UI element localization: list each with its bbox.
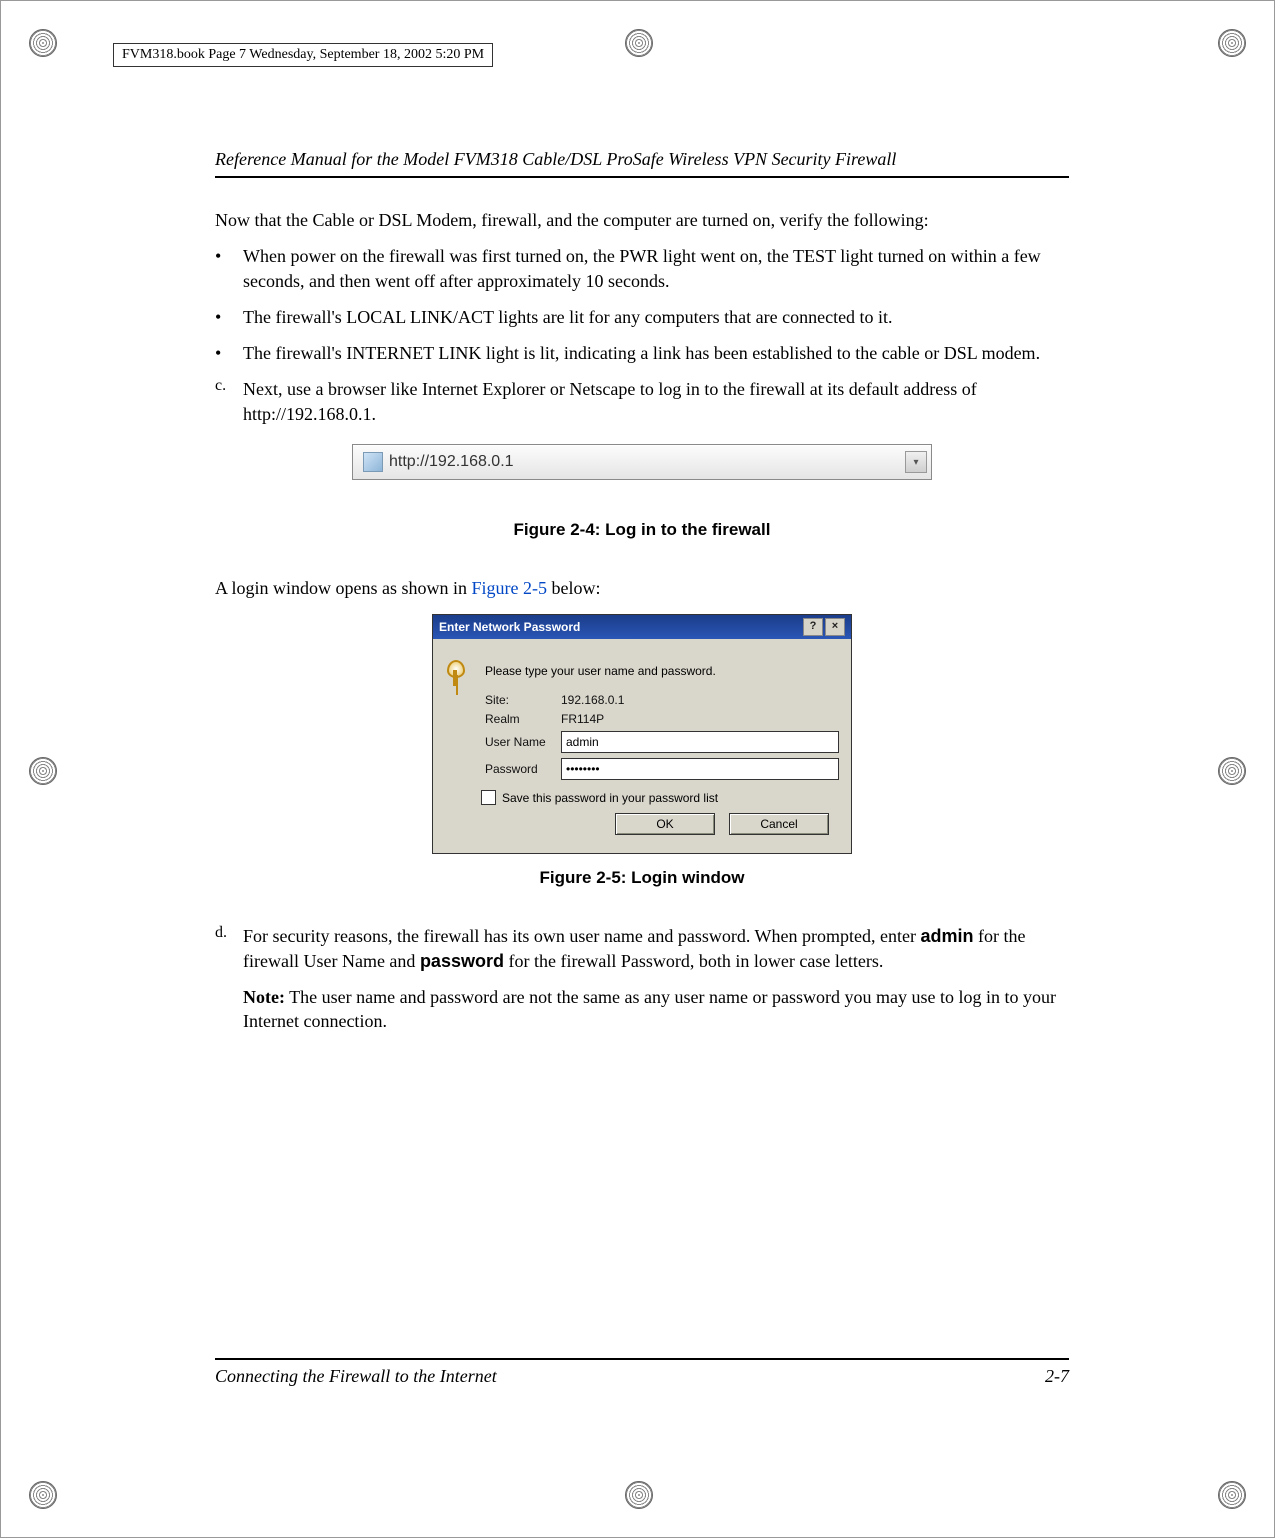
step-text: Next, use a browser like Internet Explor…: [243, 377, 1069, 426]
close-button[interactable]: ×: [825, 618, 845, 636]
site-value: 192.168.0.1: [561, 693, 624, 707]
bullet-item: The firewall's LOCAL LINK/ACT lights are…: [243, 305, 1069, 329]
figure-login-window: Enter Network Password ? × Please type y…: [432, 614, 852, 854]
crop-mark-icon: [1218, 757, 1246, 785]
footer-page-number: 2-7: [1045, 1366, 1069, 1387]
step-c: c. Next, use a browser like Internet Exp…: [215, 377, 1069, 426]
password-label: Password: [485, 762, 561, 776]
step-d-post: for the firewall Password, both in lower…: [504, 951, 883, 971]
ok-button[interactable]: OK: [615, 813, 715, 835]
crop-mark-icon: [625, 29, 653, 57]
address-bar[interactable]: http://192.168.0.1 ▾: [352, 444, 932, 480]
step-text: For security reasons, the firewall has i…: [243, 924, 1069, 1045]
step-label: c.: [215, 377, 243, 426]
book-tag: FVM318.book Page 7 Wednesday, September …: [113, 43, 493, 67]
header-rule: [215, 176, 1069, 178]
dropdown-icon[interactable]: ▾: [905, 451, 927, 473]
figure-address-bar: http://192.168.0.1 ▾: [352, 444, 932, 480]
step-d: d. For security reasons, the firewall ha…: [215, 924, 1069, 1045]
note-text: The user name and password are not the s…: [243, 987, 1056, 1031]
running-header: Reference Manual for the Model FVM318 Ca…: [215, 149, 1069, 170]
bullet-item: The firewall's INTERNET LINK light is li…: [243, 341, 1069, 365]
figure-caption-24: Figure 2-4: Log in to the firewall: [215, 520, 1069, 540]
figure-caption-25: Figure 2-5: Login window: [215, 868, 1069, 888]
crop-mark-icon: [29, 29, 57, 57]
document-page: FVM318.book Page 7 Wednesday, September …: [0, 0, 1275, 1538]
dialog-titlebar: Enter Network Password ? ×: [433, 615, 851, 639]
bullet-item: When power on the firewall was first tur…: [243, 244, 1069, 293]
login-dialog: Enter Network Password ? × Please type y…: [432, 614, 852, 854]
admin-literal: admin: [921, 926, 974, 946]
crop-mark-icon: [29, 1481, 57, 1509]
username-label: User Name: [485, 735, 561, 749]
figure-link[interactable]: Figure 2-5: [472, 578, 548, 598]
username-input[interactable]: [561, 731, 839, 753]
realm-label: Realm: [485, 712, 561, 726]
crop-mark-icon: [1218, 29, 1246, 57]
password-literal: password: [420, 951, 504, 971]
key-icon: [445, 654, 473, 688]
crop-mark-icon: [29, 757, 57, 785]
page-icon: [363, 452, 383, 472]
dialog-title: Enter Network Password: [439, 620, 580, 634]
footer-chapter: Connecting the Firewall to the Internet: [215, 1366, 497, 1387]
help-button[interactable]: ?: [803, 618, 823, 636]
step-d-pre: For security reasons, the firewall has i…: [243, 926, 921, 946]
page-footer: Connecting the Firewall to the Internet …: [215, 1358, 1069, 1387]
save-password-label: Save this password in your password list: [502, 791, 718, 805]
password-input[interactable]: [561, 758, 839, 780]
crop-mark-icon: [625, 1481, 653, 1509]
address-url[interactable]: http://192.168.0.1: [389, 453, 905, 471]
login-intro-post: below:: [547, 578, 601, 598]
intro-paragraph: Now that the Cable or DSL Modem, firewal…: [215, 208, 1069, 232]
site-label: Site:: [485, 693, 561, 707]
dialog-body: Please type your user name and password.…: [433, 639, 851, 853]
dialog-prompt: Please type your user name and password.: [485, 664, 716, 678]
save-password-checkbox[interactable]: [481, 790, 496, 805]
login-intro-pre: A login window opens as shown in: [215, 578, 472, 598]
crop-mark-icon: [1218, 1481, 1246, 1509]
cancel-button[interactable]: Cancel: [729, 813, 829, 835]
realm-value: FR114P: [561, 712, 604, 726]
login-intro: A login window opens as shown in Figure …: [215, 576, 1069, 600]
footer-rule: [215, 1358, 1069, 1360]
content-area: Reference Manual for the Model FVM318 Ca…: [215, 149, 1069, 1058]
step-label: d.: [215, 924, 243, 1045]
note-label: Note:: [243, 987, 285, 1007]
